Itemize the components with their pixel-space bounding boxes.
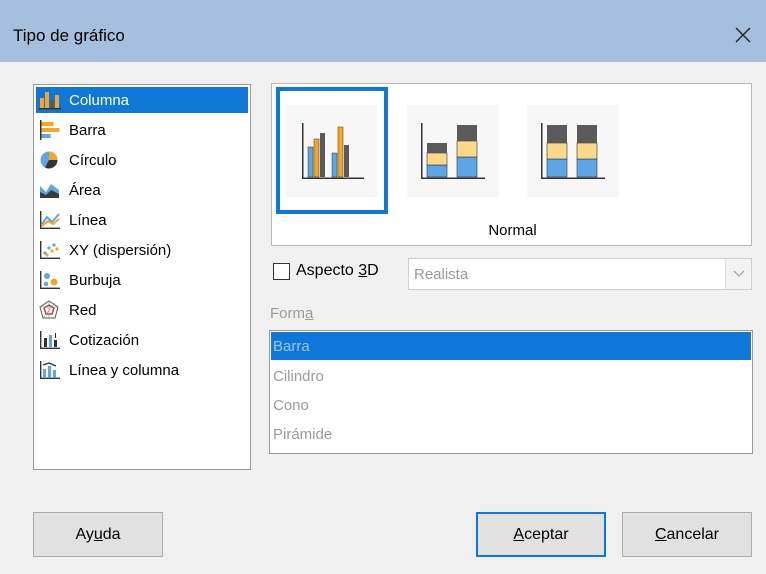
chart-type-item-cotizacion[interactable]: Cotización [36, 327, 248, 353]
shape-label: Forma [270, 305, 314, 322]
bar-chart-icon [39, 119, 65, 141]
dialog-title: Tipo de gráfico [13, 26, 125, 45]
variant-stacked[interactable] [397, 87, 509, 214]
shape-item-barra[interactable]: Barra [271, 332, 751, 360]
variant-percent-stacked[interactable] [517, 87, 629, 214]
percent-stacked-column-icon [527, 104, 619, 197]
column-chart-icon [39, 89, 65, 111]
stacked-column-icon [407, 104, 499, 197]
help-button[interactable]: Ay u da [33, 512, 163, 557]
chart-type-dialog: Tipo de gráfico Columna Barra Círculo Ár… [0, 0, 766, 574]
cancel-button[interactable]: Cancelar [622, 512, 752, 557]
chart-type-item-linea-columna[interactable]: Línea y columna [36, 357, 248, 383]
scatter-chart-icon [39, 239, 65, 261]
chart-type-label: XY (dispersión) [69, 241, 172, 259]
pie-chart-icon [39, 149, 65, 171]
variant-normal[interactable] [276, 87, 388, 214]
chart-type-label: Área [69, 181, 101, 199]
chart-type-label: Línea [69, 211, 107, 229]
chart-type-label: Columna [69, 91, 130, 109]
close-icon [735, 27, 751, 43]
appearance-value: Realista [414, 265, 469, 283]
close-button[interactable] [720, 12, 766, 58]
aspect-3d-label[interactable]: Aspecto 3D [296, 262, 379, 280]
aspect-3d-checkbox[interactable] [273, 263, 290, 280]
chart-type-item-burbuja[interactable]: Burbuja [36, 267, 248, 293]
chart-type-item-area[interactable]: Área [36, 177, 248, 203]
chart-type-item-columna[interactable]: Columna [36, 87, 248, 113]
chart-type-label: Línea y columna [69, 361, 180, 379]
chart-type-label: Burbuja [69, 271, 121, 289]
column-line-chart-icon [39, 359, 65, 381]
title-bar: Tipo de gráfico [0, 0, 766, 62]
chevron-down-icon[interactable] [725, 259, 751, 289]
shape-item-cono[interactable]: Cono [271, 391, 751, 419]
shape-list[interactable]: Barra Cilindro Cono Pirámide [269, 330, 753, 454]
chart-type-label: Cotización [69, 331, 140, 349]
stock-chart-icon [39, 329, 65, 351]
variant-caption: Normal [488, 222, 537, 239]
line-chart-icon [39, 209, 65, 231]
area-chart-icon [39, 179, 65, 201]
chart-type-item-linea[interactable]: Línea [36, 207, 248, 233]
chart-type-item-red[interactable]: Red [36, 297, 248, 323]
shape-item-cilindro[interactable]: Cilindro [271, 362, 751, 390]
chart-type-label: Red [69, 301, 97, 319]
chart-type-item-barra[interactable]: Barra [36, 117, 248, 143]
bubble-chart-icon [39, 269, 65, 291]
chart-type-label: Círculo [69, 151, 117, 169]
appearance-combobox[interactable]: Realista [408, 258, 752, 290]
net-chart-icon [39, 299, 65, 321]
ok-button[interactable]: Aceptar [476, 512, 606, 557]
chart-type-list[interactable]: Columna Barra Círculo Área Línea XY (dis… [33, 84, 251, 470]
chart-type-item-xy[interactable]: XY (dispersión) [36, 237, 248, 263]
chart-type-item-circulo[interactable]: Círculo [36, 147, 248, 173]
chart-variants-panel: Normal [271, 83, 752, 246]
shape-item-piramide[interactable]: Pirámide [271, 420, 751, 448]
normal-column-icon [286, 104, 378, 197]
chart-type-label: Barra [69, 121, 106, 139]
